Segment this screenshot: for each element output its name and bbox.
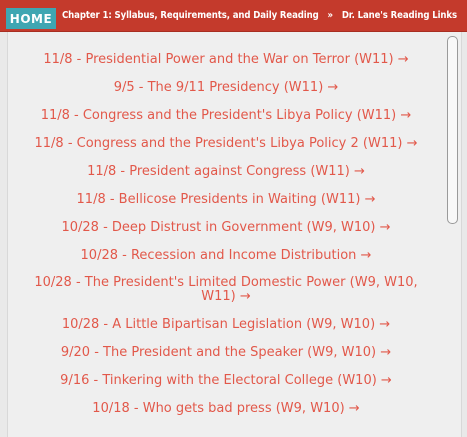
breadcrumb-current-page[interactable]: Dr. Lane's Reading Links — [342, 10, 457, 21]
reading-link[interactable]: 11/8 - Presidential Power and the War on… — [8, 52, 444, 68]
reading-link[interactable]: 11/8 - Congress and the President's Liby… — [8, 136, 444, 152]
reading-link[interactable]: 9/16 - Tinkering with the Electoral Coll… — [8, 373, 444, 389]
reading-link[interactable]: 10/28 - Recession and Income Distributio… — [8, 248, 444, 264]
reading-link[interactable]: 10/28 - Deep Distrust in Government (W9,… — [8, 220, 444, 236]
reading-link[interactable]: 9/20 - The President and the Speaker (W9… — [8, 345, 444, 361]
reading-link[interactable]: 10/28 - The President's Limited Domestic… — [8, 276, 444, 304]
top-navigation-bar: HOME Chapter 1: Syllabus, Requirements, … — [0, 0, 467, 32]
breadcrumb: Chapter 1: Syllabus, Requirements, and D… — [62, 10, 457, 21]
reading-links-list: 11/8 - Presidential Power and the War on… — [8, 32, 444, 429]
breadcrumb-separator: » — [327, 10, 334, 21]
reading-link[interactable]: 10/28 - A Little Bipartisan Legislation … — [8, 317, 444, 333]
content-panel: 11/8 - Presidential Power and the War on… — [7, 32, 462, 437]
reading-link[interactable]: 11/8 - Bellicose Presidents in Waiting (… — [8, 192, 444, 208]
reading-link[interactable]: 9/5 - The 9/11 Presidency (W11) → — [8, 80, 444, 96]
reading-link[interactable]: 11/8 - Congress and the President's Liby… — [8, 108, 444, 124]
home-button[interactable]: HOME — [6, 8, 56, 29]
vertical-scrollbar-thumb[interactable] — [447, 36, 458, 224]
reading-link[interactable]: 11/8 - President against Congress (W11) … — [8, 164, 444, 180]
breadcrumb-chapter-link[interactable]: Chapter 1: Syllabus, Requirements, and D… — [62, 10, 319, 21]
reading-link[interactable]: 10/18 - Who gets bad press (W9, W10) → — [8, 401, 444, 417]
